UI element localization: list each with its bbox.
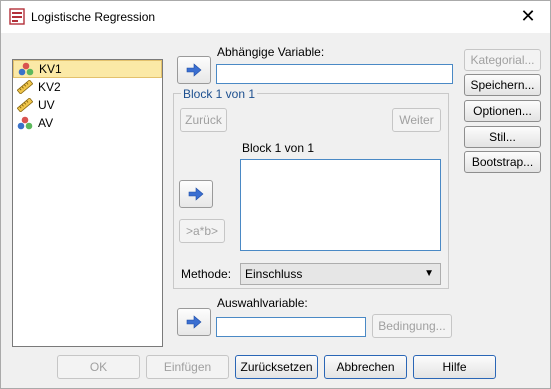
nominal-variable-icon	[18, 62, 34, 76]
style-button[interactable]: Stil...	[464, 126, 541, 148]
interaction-button[interactable]: >a*b>	[179, 219, 225, 243]
method-label: Methode:	[181, 267, 232, 281]
ok-button[interactable]: OK	[57, 355, 140, 379]
variable-name: AV	[38, 116, 54, 130]
reset-button[interactable]: Zurücksetzen	[235, 355, 318, 379]
dependent-label: Abhängige Variable:	[217, 45, 325, 59]
scale-variable-icon	[17, 80, 33, 94]
list-item-uv[interactable]: UV	[13, 96, 162, 114]
variable-name: KV2	[38, 80, 61, 94]
title-bar: Logistische Regression ✕	[1, 1, 550, 33]
bootstrap-button[interactable]: Bootstrap...	[464, 151, 541, 173]
next-button[interactable]: Weiter	[392, 108, 441, 132]
method-select[interactable]: Einschluss ▼	[240, 263, 441, 285]
variable-name: UV	[38, 98, 55, 112]
dependent-variable-field[interactable]	[216, 64, 453, 84]
list-item-kv2[interactable]: KV2	[13, 78, 162, 96]
list-item-av[interactable]: AV	[13, 114, 162, 132]
selection-variable-label: Auswahlvariable:	[217, 296, 308, 310]
list-item-kv1[interactable]: KV1	[13, 60, 162, 78]
move-to-selection-button[interactable]	[177, 308, 211, 336]
back-button[interactable]: Zurück	[180, 108, 227, 132]
source-variable-list[interactable]: KV1 KV2 UV AV	[12, 59, 163, 347]
condition-button[interactable]: Bedingung...	[372, 314, 452, 338]
dialog-window: Logistische Regression ✕ KV1 KV2 UV AV A…	[0, 0, 551, 389]
move-to-covariates-button[interactable]	[179, 180, 213, 208]
block-list-label: Block 1 von 1	[242, 141, 315, 155]
arrow-right-icon	[186, 315, 202, 329]
categorical-button[interactable]: Kategorial...	[464, 49, 541, 71]
save-button[interactable]: Speichern...	[464, 74, 541, 96]
options-button[interactable]: Optionen...	[464, 100, 541, 122]
arrow-right-icon	[188, 187, 204, 201]
scale-variable-icon	[17, 98, 33, 112]
chevron-down-icon: ▼	[424, 268, 434, 279]
method-value: Einschluss	[245, 267, 303, 281]
variable-name: KV1	[39, 62, 62, 76]
spss-app-icon	[9, 8, 25, 25]
cancel-button[interactable]: Abbrechen	[324, 355, 407, 379]
help-button[interactable]: Hilfe	[413, 355, 496, 379]
arrow-right-icon	[186, 63, 202, 77]
block-group-title: Block 1 von 1	[181, 87, 258, 101]
move-to-dependent-button[interactable]	[177, 56, 211, 84]
close-icon[interactable]: ✕	[506, 1, 550, 32]
nominal-variable-icon	[17, 116, 33, 130]
window-title: Logistische Regression	[31, 10, 156, 24]
selection-variable-field[interactable]	[216, 317, 366, 337]
covariates-list[interactable]	[240, 159, 441, 251]
paste-button[interactable]: Einfügen	[146, 355, 229, 379]
